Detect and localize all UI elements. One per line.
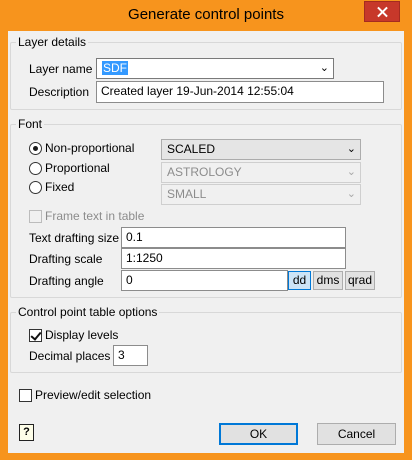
chevron-down-icon[interactable]: ⌄ xyxy=(347,140,356,159)
font-legend: Font xyxy=(16,117,45,131)
angle-unit-dd-button[interactable]: dd xyxy=(288,271,311,290)
cancel-button[interactable]: Cancel xyxy=(317,423,396,445)
text-drafting-size-label: Text drafting size xyxy=(29,231,120,245)
layer-name-combo[interactable]: SDF ⌄ xyxy=(96,58,334,79)
font-proportional-value: ASTROLOGY xyxy=(167,165,242,179)
font-scaled-value: SCALED xyxy=(167,142,216,156)
non-proportional-radio[interactable] xyxy=(29,142,42,155)
drafting-angle-field[interactable]: 0 xyxy=(121,270,288,291)
font-scaled-select[interactable]: SCALED ⌄ xyxy=(161,139,361,160)
font-fixed-value: SMALL xyxy=(167,187,207,201)
title-bar[interactable]: Generate control points xyxy=(0,0,412,32)
font-fixed-select: SMALL ⌄ xyxy=(161,184,361,205)
angle-unit-dms-button[interactable]: dms xyxy=(313,271,343,290)
frame-text-checkbox xyxy=(29,210,42,223)
chevron-down-icon: ⌄ xyxy=(346,188,356,200)
preview-label[interactable]: Preview/edit selection xyxy=(35,388,151,402)
non-proportional-label[interactable]: Non-proportional xyxy=(45,141,134,155)
text-drafting-size-field[interactable]: 0.1 xyxy=(121,227,346,248)
control-point-table-legend: Control point table options xyxy=(16,305,160,319)
description-label: Description xyxy=(29,85,90,99)
chevron-down-icon: ⌄ xyxy=(346,166,356,178)
window-title: Generate control points xyxy=(128,6,284,23)
dialog-body: Layer details Layer name SDF ⌄ Descripti… xyxy=(8,31,404,453)
ok-button[interactable]: OK xyxy=(219,423,298,445)
description-field[interactable]: Created layer 19-Jun-2014 12:55:04 xyxy=(96,81,384,103)
control-point-table-group: Control point table options xyxy=(10,305,402,373)
preview-checkbox[interactable] xyxy=(19,389,32,402)
proportional-radio[interactable] xyxy=(29,162,42,175)
proportional-label[interactable]: Proportional xyxy=(45,161,110,175)
decimal-places-label: Decimal places xyxy=(29,349,111,363)
layer-name-value: SDF xyxy=(102,61,128,75)
fixed-radio[interactable] xyxy=(29,181,42,194)
layer-details-legend: Layer details xyxy=(16,35,89,49)
decimal-places-field[interactable]: 3 xyxy=(113,345,148,366)
display-levels-checkbox[interactable] xyxy=(29,329,42,342)
frame-text-label: Frame text in table xyxy=(45,209,145,223)
fixed-label[interactable]: Fixed xyxy=(45,180,74,194)
angle-unit-qrad-button[interactable]: qrad xyxy=(345,271,375,290)
drafting-scale-field[interactable]: 1:1250 xyxy=(121,248,346,269)
dialog-window: Generate control points Layer details La… xyxy=(0,0,412,460)
drafting-angle-label: Drafting angle xyxy=(29,274,104,288)
drafting-scale-label: Drafting scale xyxy=(29,252,103,266)
font-proportional-select: ASTROLOGY ⌄ xyxy=(161,162,361,183)
chevron-down-icon[interactable]: ⌄ xyxy=(320,59,329,78)
display-levels-label[interactable]: Display levels xyxy=(45,328,118,342)
layer-name-label: Layer name xyxy=(29,62,93,76)
help-icon[interactable]: ? xyxy=(19,424,34,441)
close-button[interactable] xyxy=(364,1,400,22)
